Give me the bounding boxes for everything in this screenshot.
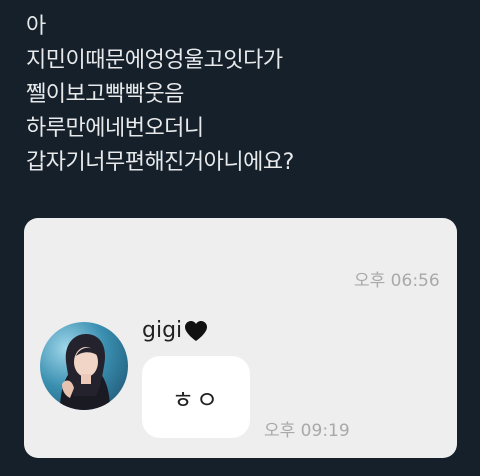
avatar[interactable] <box>40 322 128 410</box>
sender-name-text: gigi <box>142 318 183 343</box>
message-bubble[interactable]: ㅎㅇ <box>142 356 250 438</box>
message-text: ㅎㅇ <box>171 385 221 414</box>
tweet-text: 아 지민이때문에엉엉울고잇다가 쩰이보고빡빡웃음 하루만에네번오더니 갑자기너무… <box>26 10 294 180</box>
chat-screenshot-media[interactable]: 오후 06:56 gigi ㅎㅇ 오후 09:19 <box>24 218 457 458</box>
tweet-line-3: 쩰이보고빡빡웃음 <box>26 82 184 107</box>
black-heart-icon <box>185 321 208 341</box>
timestamp-top: 오후 06:56 <box>354 271 440 291</box>
tweet-line-1: 아 <box>26 14 46 39</box>
tweet-line-4: 하루만에네번오더니 <box>26 116 204 141</box>
tweet-line-2: 지민이때문에엉엉울고잇다가 <box>26 48 283 73</box>
tweet-line-5: 갑자기너무편해진거아니에요? <box>26 150 294 175</box>
avatar-portrait-icon <box>60 334 110 410</box>
sender-name: gigi <box>142 318 208 343</box>
timestamp-bottom: 오후 09:19 <box>264 421 350 441</box>
